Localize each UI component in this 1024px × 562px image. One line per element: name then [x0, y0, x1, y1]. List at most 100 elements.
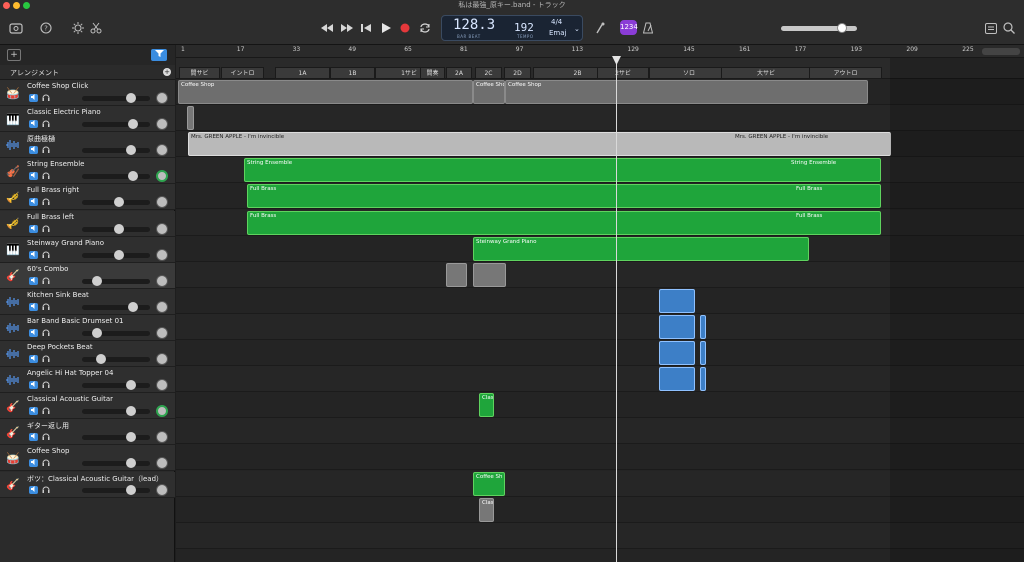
- track-volume-knob[interactable]: [126, 458, 136, 469]
- pan-knob[interactable]: [156, 144, 168, 157]
- pan-knob[interactable]: [156, 170, 168, 183]
- headphones-solo-icon[interactable]: [41, 146, 50, 154]
- track-volume-slider[interactable]: [82, 461, 150, 467]
- audio-region[interactable]: [700, 314, 706, 339]
- midi-region[interactable]: [473, 262, 506, 287]
- arrangement-marker[interactable]: 大サビ: [721, 67, 811, 79]
- midi-region[interactable]: Steinway Grand Piano: [473, 236, 809, 261]
- track-name[interactable]: Deep Pockets Beat: [27, 343, 93, 351]
- track-volume-slider[interactable]: [82, 174, 150, 180]
- bar-ruler[interactable]: 1 17 33 49 65 81 97 113 129 145 161 177 193 209 225: [176, 45, 1024, 58]
- arrangement-marker[interactable]: 2C: [475, 67, 502, 79]
- track-header[interactable]: 🎺 Full Brass right: [0, 184, 175, 211]
- master-volume-knob[interactable]: [837, 23, 847, 33]
- rewind-icon[interactable]: [318, 19, 336, 37]
- arrangement-marker[interactable]: イントロ: [221, 67, 264, 79]
- headphones-solo-icon[interactable]: [41, 459, 50, 467]
- headphones-solo-icon[interactable]: [41, 433, 50, 441]
- track-volume-knob[interactable]: [128, 301, 138, 312]
- audio-region[interactable]: [700, 341, 706, 365]
- mute-button[interactable]: [29, 146, 38, 155]
- headphones-solo-icon[interactable]: [41, 198, 50, 206]
- pan-knob[interactable]: [156, 379, 168, 392]
- mute-button[interactable]: [29, 172, 38, 181]
- track-volume-slider[interactable]: [82, 122, 150, 128]
- track-name[interactable]: 60's Combo: [27, 265, 68, 273]
- midi-region[interactable]: Full Brass Full Brass: [247, 210, 881, 235]
- show-filter-button[interactable]: [151, 49, 167, 61]
- track-header[interactable]: 🥁 Coffee Shop Click: [0, 80, 175, 106]
- mute-button[interactable]: [29, 433, 38, 442]
- fast-forward-icon[interactable]: [338, 19, 356, 37]
- add-arrangement-marker-button[interactable]: +: [163, 68, 171, 76]
- quick-help-icon[interactable]: ?: [38, 20, 54, 36]
- note-pad-icon[interactable]: [983, 20, 999, 36]
- mute-button[interactable]: [29, 381, 38, 390]
- track-volume-knob[interactable]: [126, 380, 136, 391]
- track-volume-knob[interactable]: [126, 432, 136, 443]
- headphones-solo-icon[interactable]: [41, 407, 50, 415]
- track-volume-knob[interactable]: [114, 223, 124, 234]
- track-name[interactable]: Coffee Shop: [27, 447, 69, 455]
- headphones-solo-icon[interactable]: [41, 225, 50, 233]
- track-volume-slider[interactable]: [82, 304, 150, 310]
- headphones-solo-icon[interactable]: [41, 251, 50, 259]
- add-track-button[interactable]: +: [7, 49, 21, 61]
- arrangement-marker[interactable]: 2A: [446, 67, 472, 79]
- track-volume-knob[interactable]: [126, 406, 136, 417]
- audio-region[interactable]: Mrs. GREEN APPLE - I'm invincible Mrs. GR…: [188, 132, 891, 157]
- track-header[interactable]: 🎺 Full Brass left: [0, 210, 175, 237]
- mute-button[interactable]: [29, 302, 38, 311]
- track-volume-slider[interactable]: [82, 487, 150, 493]
- track-header[interactable]: 🎸 Classical Acoustic Guitar: [0, 393, 175, 420]
- arrangement-marker[interactable]: 間奏: [420, 67, 445, 79]
- track-name[interactable]: Angelic Hi Hat Topper 04: [27, 369, 113, 377]
- library-icon[interactable]: [8, 20, 24, 36]
- midi-region[interactable]: [187, 106, 194, 131]
- track-header[interactable]: 🎹 Classic Electric Piano: [0, 106, 175, 133]
- track-volume-knob[interactable]: [126, 93, 136, 103]
- arrangement-marker[interactable]: 1A: [275, 67, 330, 79]
- pan-knob[interactable]: [156, 92, 168, 104]
- pan-knob[interactable]: [156, 431, 168, 444]
- midi-region[interactable]: Coffee Sh: [473, 471, 505, 496]
- midi-region[interactable]: [446, 262, 467, 287]
- track-name[interactable]: Full Brass left: [27, 213, 74, 221]
- track-header[interactable]: 🎻 String Ensemble: [0, 158, 175, 185]
- track-volume-knob[interactable]: [128, 171, 138, 182]
- pan-knob[interactable]: [156, 405, 168, 418]
- pan-knob[interactable]: [156, 457, 168, 470]
- arrangement-marker[interactable]: 2サビ: [597, 67, 649, 79]
- track-header[interactable]: 原曲極樋: [0, 132, 175, 159]
- track-volume-slider[interactable]: [82, 357, 150, 362]
- mute-button[interactable]: [29, 328, 38, 337]
- track-header[interactable]: 🥁 Coffee Shop: [0, 445, 175, 472]
- mute-button[interactable]: [29, 407, 38, 416]
- track-name[interactable]: ギター返し用: [27, 421, 69, 431]
- go-to-beginning-icon[interactable]: [357, 19, 375, 37]
- headphones-solo-icon[interactable]: [41, 303, 50, 311]
- tuner-icon[interactable]: [592, 20, 608, 36]
- loop-browser-icon[interactable]: [1001, 20, 1017, 36]
- track-header[interactable]: 🎸 ギター返し用: [0, 419, 175, 446]
- cycle-icon[interactable]: [416, 19, 434, 37]
- track-volume-knob[interactable]: [114, 197, 124, 208]
- track-volume-slider[interactable]: [82, 435, 150, 441]
- track-volume-slider[interactable]: [82, 96, 150, 101]
- track-volume-knob[interactable]: [114, 249, 124, 260]
- track-volume-knob[interactable]: [126, 484, 136, 495]
- track-volume-knob[interactable]: [92, 275, 102, 286]
- pan-knob[interactable]: [156, 248, 168, 261]
- count-in-badge[interactable]: 1234: [620, 20, 638, 35]
- midi-region[interactable]: Full Brass Full Brass: [247, 184, 881, 209]
- headphones-solo-icon[interactable]: [41, 277, 50, 285]
- headphones-solo-icon[interactable]: [41, 355, 50, 363]
- track-header[interactable]: Kitchen Sink Beat: [0, 288, 175, 315]
- editors-scissors-icon[interactable]: [88, 20, 104, 36]
- midi-region[interactable]: String Ensemble String Ensemble: [244, 158, 881, 183]
- record-icon[interactable]: [396, 19, 414, 37]
- mute-button[interactable]: [29, 224, 38, 233]
- track-name[interactable]: ボツ：Classical Acoustic Guitar（lead）: [27, 474, 163, 484]
- pan-knob[interactable]: [156, 118, 168, 131]
- track-name[interactable]: String Ensemble: [27, 160, 84, 168]
